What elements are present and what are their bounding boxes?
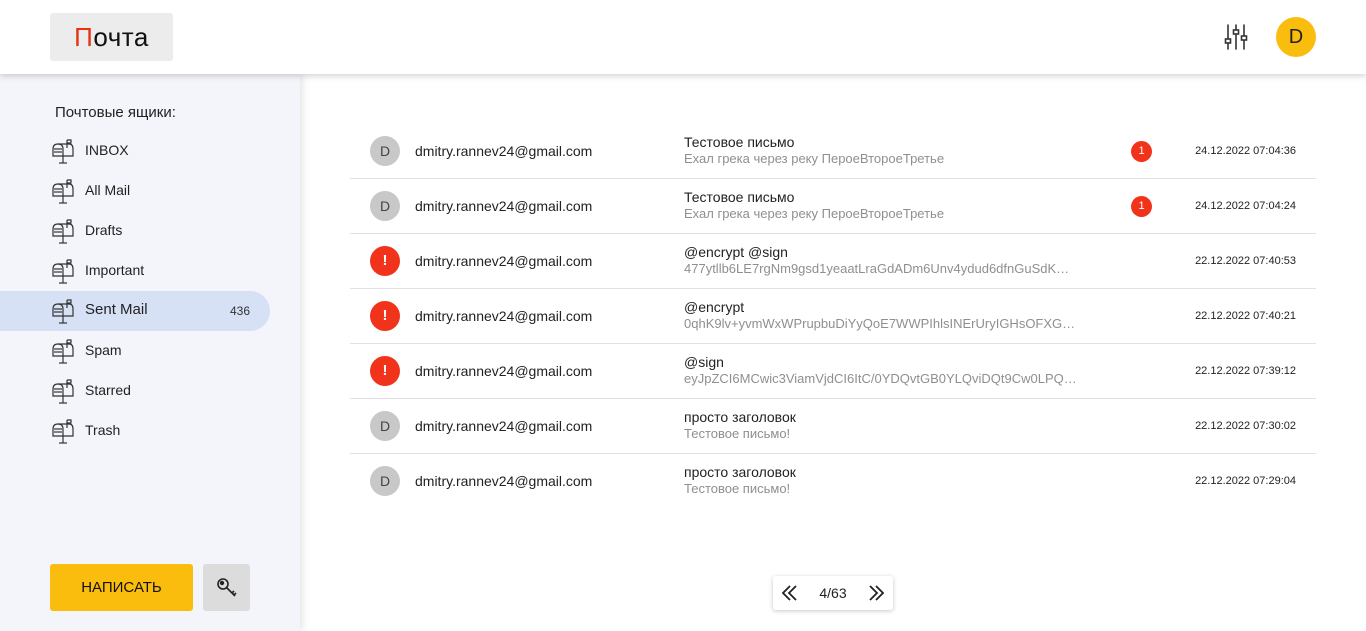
sidebar-item-important[interactable]: Important — [0, 251, 270, 291]
mail-row[interactable]: Ddmitry.rannev24@gmail.com Тестовое письм… — [350, 124, 1316, 179]
sidebar-item-label: Drafts — [85, 222, 123, 238]
sidebar-item-label: INBOX — [85, 142, 129, 158]
double-chevron-right-icon — [869, 585, 885, 601]
logo-first-letter: П — [74, 22, 94, 52]
sender-avatar: D — [370, 466, 400, 496]
mail-preview: 0qhK9lv+yvmWxWPrupbuDiYyQoE7WWPIhlsINErU… — [684, 316, 1076, 331]
sender-email: dmitry.rannev24@gmail.com — [415, 418, 593, 434]
unread-badge: 1 — [1131, 196, 1152, 217]
sender-avatar: D — [370, 191, 400, 221]
mail-row[interactable]: ! dmitry.rannev24@gmail.com @sign eyJpZCI6M… — [350, 344, 1316, 399]
keys-button[interactable] — [203, 564, 250, 611]
mail-preview: Тестовое письмо! — [684, 481, 791, 496]
mail-date: 22.12.2022 07:40:21 — [1195, 310, 1296, 322]
sender-email: dmitry.rannev24@gmail.com — [415, 473, 593, 489]
settings-button[interactable] — [1222, 22, 1250, 52]
sidebar-item-inbox[interactable]: INBOX — [0, 131, 270, 171]
key-icon — [217, 578, 237, 597]
sidebar-item-drafts[interactable]: Drafts — [0, 211, 270, 251]
mailbox-icon — [50, 138, 76, 164]
mailboxes-heading: Почтовые ящики: — [55, 104, 176, 121]
sender-email: dmitry.rannev24@gmail.com — [415, 253, 593, 269]
mail-preview: Тестовое письмо! — [684, 426, 791, 441]
mail-subject: @sign — [684, 354, 724, 370]
mail-preview: eyJpZCI6MCwic3ViamVjdCI6ItC/0YDQvtGB0YLQ… — [684, 371, 1077, 386]
sender-email: dmitry.rannev24@gmail.com — [415, 198, 593, 214]
mailbox-icon — [50, 378, 76, 404]
unread-badge: 1 — [1131, 141, 1152, 162]
header-bar: Почта D — [0, 0, 1366, 74]
sender-email: dmitry.rannev24@gmail.com — [415, 308, 593, 324]
sliders-icon — [1224, 24, 1248, 50]
mailbox-icon — [50, 218, 76, 244]
mail-row[interactable]: ! dmitry.rannev24@gmail.com @encrypt 0qhK9l… — [350, 289, 1316, 344]
mail-row[interactable]: Ddmitry.rannev24@gmail.com Тестовое письм… — [350, 179, 1316, 234]
app-logo[interactable]: Почта — [50, 13, 173, 61]
mail-date: 22.12.2022 07:40:53 — [1195, 255, 1296, 267]
warning-avatar: ! — [370, 246, 400, 276]
mail-date: 24.12.2022 07:04:36 — [1195, 145, 1296, 157]
sidebar-item-label: Spam — [85, 342, 122, 358]
mailbox-icon — [50, 258, 76, 284]
mail-preview: 477ytllb6LE7rgNm9gsd1yeaatLraGdADm6Unv4y… — [684, 261, 1070, 276]
mail-subject: Тестовое письмо — [684, 134, 795, 150]
mail-subject: @encrypt — [684, 299, 745, 315]
mailbox-icon — [50, 418, 76, 444]
sidebar: Почтовые ящики: INBOX All Mail Drafts Impor… — [0, 74, 300, 631]
mail-subject: просто заголовок — [684, 409, 796, 425]
mailbox-icon — [50, 298, 76, 324]
mail-preview: Ехал грека через реку ПероеВтороеТретье — [684, 206, 945, 221]
sidebar-item-label: All Mail — [85, 182, 131, 198]
sender-email: dmitry.rannev24@gmail.com — [415, 143, 593, 159]
sidebar-item-starred[interactable]: Starred — [0, 371, 270, 411]
user-avatar[interactable]: D — [1276, 17, 1316, 57]
sender-avatar: D — [370, 411, 400, 441]
compose-button[interactable]: НАПИСАТЬ — [50, 564, 193, 611]
sidebar-item-count: 436 — [229, 304, 250, 318]
next-page-button[interactable] — [867, 584, 885, 602]
mail-date: 24.12.2022 07:04:24 — [1195, 200, 1296, 212]
sender-avatar: D — [370, 136, 400, 166]
mail-subject: просто заголовок — [684, 464, 796, 480]
mail-date: 22.12.2022 07:39:12 — [1195, 365, 1296, 377]
mail-subject: Тестовое письмо — [684, 189, 795, 205]
sidebar-item-trash[interactable]: Trash — [0, 411, 270, 451]
mail-row[interactable]: Ddmitry.rannev24@gmail.com просто заголов… — [350, 399, 1316, 454]
sidebar-item-label: Important — [85, 262, 145, 278]
warning-avatar: ! — [370, 356, 400, 386]
sidebar-item-label: Starred — [85, 382, 131, 398]
warning-avatar: ! — [370, 301, 400, 331]
mailbox-icon — [50, 338, 76, 364]
mail-date: 22.12.2022 07:30:02 — [1195, 420, 1296, 432]
sidebar-item-label: Sent Mail — [85, 301, 148, 318]
mail-preview: Ехал грека через реку ПероеВтороеТретье — [684, 151, 945, 166]
mail-row[interactable]: Ddmitry.rannev24@gmail.com просто заголов… — [350, 454, 1316, 509]
mail-subject: @encrypt @sign — [684, 244, 788, 260]
mailbox-list: INBOX All Mail Drafts Important Sent Mail 436… — [0, 131, 300, 451]
mail-date: 22.12.2022 07:29:04 — [1195, 475, 1296, 487]
sidebar-item-sent-mail[interactable]: Sent Mail 436 — [0, 291, 270, 331]
logo-text: очта — [93, 22, 149, 52]
sender-email: dmitry.rannev24@gmail.com — [415, 363, 593, 379]
mail-list: Ddmitry.rannev24@gmail.com Тестовое письм… — [350, 124, 1316, 509]
mail-row[interactable]: ! dmitry.rannev24@gmail.com @encrypt @sign… — [350, 234, 1316, 289]
sidebar-item-spam[interactable]: Spam — [0, 331, 270, 371]
mailbox-icon — [50, 178, 76, 204]
sidebar-item-label: Trash — [85, 422, 121, 438]
pagination: 4/63 — [773, 576, 893, 610]
sidebar-item-all-mail[interactable]: All Mail — [0, 171, 270, 211]
